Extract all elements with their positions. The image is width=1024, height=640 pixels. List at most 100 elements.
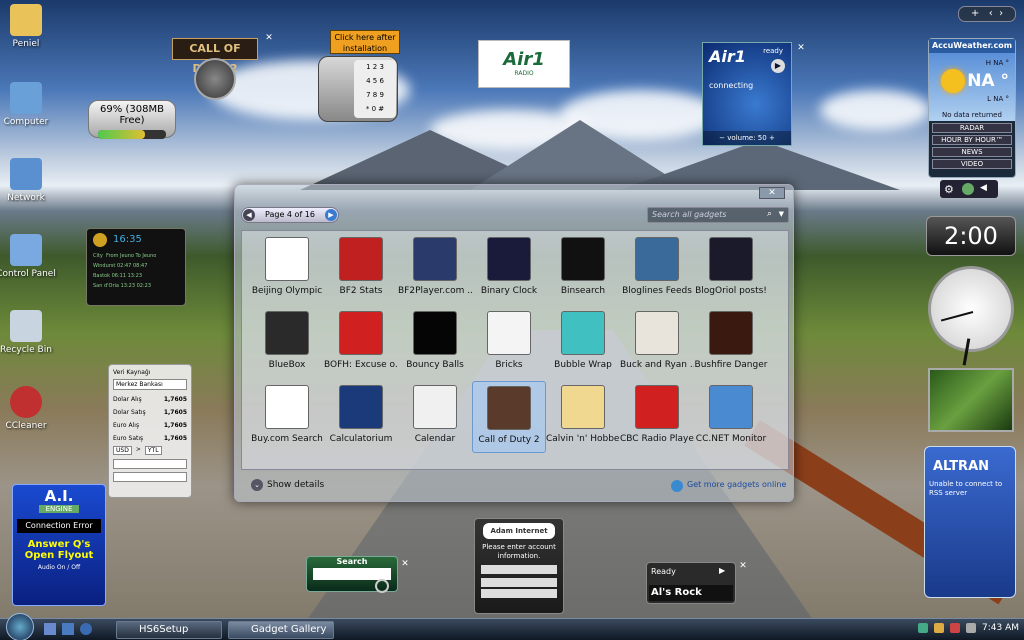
currency-from-select[interactable]: USD: [113, 446, 132, 455]
gadget-tile[interactable]: Call of Duty 2: [472, 381, 546, 453]
cod2-title: CALL OF DUTY 2: [172, 38, 258, 75]
desktop-icon-peniel[interactable]: Peniel: [0, 4, 56, 49]
phone-gadget[interactable]: Click here after installation 1 2 34 5 6…: [318, 30, 400, 124]
search-icon[interactable]: ⌕: [767, 209, 772, 219]
close-button[interactable]: ✕: [759, 187, 785, 199]
cloud: [820, 90, 930, 130]
gadget-tile[interactable]: Calendar: [398, 381, 472, 453]
gadget-tile[interactable]: Calvin 'n' Hobbes: [546, 381, 620, 453]
volume-up-button[interactable]: +: [769, 134, 775, 142]
chevron-down-icon[interactable]: ▼: [779, 210, 784, 218]
gadget-tile[interactable]: Binsearch: [546, 233, 620, 305]
radar-button[interactable]: RADAR: [932, 123, 1012, 133]
start-button[interactable]: [6, 613, 34, 640]
video-button[interactable]: VIDEO: [932, 159, 1012, 169]
desktop-icon-network[interactable]: Network: [0, 158, 56, 203]
next-button[interactable]: ›: [999, 8, 1003, 19]
close-icon[interactable]: ✕: [262, 32, 276, 44]
gadget-label: Calendar: [414, 434, 456, 444]
gadget-tile[interactable]: BOFH: Excuse o...: [324, 307, 398, 379]
tray-network-icon[interactable]: [918, 623, 928, 633]
gadget-tile[interactable]: Buck and Ryan ...: [620, 307, 694, 379]
cod2-gadget[interactable]: CALL OF DUTY 2: [172, 38, 260, 100]
tray-shield-icon[interactable]: [934, 623, 944, 633]
currency-to-select[interactable]: YTL: [144, 446, 162, 455]
search-input[interactable]: Search all gadgets: [652, 210, 726, 219]
next-page-button[interactable]: ▶: [325, 209, 337, 221]
adam-internet-gadget[interactable]: Adam Internet Please enter account infor…: [474, 518, 564, 614]
gadget-tile[interactable]: BlogOriol posts!: [694, 233, 768, 305]
magnifier-icon[interactable]: [375, 579, 389, 593]
currency-input[interactable]: [113, 459, 187, 469]
gadget-tile[interactable]: Bouncy Balls: [398, 307, 472, 379]
gadget-tile[interactable]: Bricks: [472, 307, 546, 379]
air1-player[interactable]: Air1 ready ▶ connecting − volume: 50 +: [702, 42, 792, 146]
clock-display[interactable]: 7:43 AM: [982, 623, 1019, 633]
tray-alert-icon[interactable]: [950, 623, 960, 633]
slideshow-gadget[interactable]: [928, 368, 1014, 432]
world-clock[interactable]: 16:35 City From Jeuno To Jeuno Windurst …: [86, 228, 186, 306]
show-details-button[interactable]: Show details: [267, 480, 324, 490]
browser-icon[interactable]: [80, 623, 92, 635]
taskbar-item-gadget-gallery[interactable]: Gadget Gallery: [228, 621, 334, 639]
gadget-tile[interactable]: Calculatorium: [324, 381, 398, 453]
desktop-icon-control-panel[interactable]: Control Panel: [0, 234, 56, 279]
gadget-tile[interactable]: Buy.com Search: [250, 381, 324, 453]
gadget-tile[interactable]: CBC Radio Player: [620, 381, 694, 453]
switch-windows-icon[interactable]: [62, 623, 74, 635]
gadget-tile[interactable]: Bubble Wrap: [546, 307, 620, 379]
prev-button[interactable]: ‹: [989, 8, 993, 19]
password-input[interactable]: [481, 578, 557, 587]
minute-hand: [940, 311, 974, 322]
play-button[interactable]: ▶: [719, 566, 725, 575]
currency-gadget[interactable]: Veri Kaynağı Merkez Bankası Dolar Alış 1,…: [108, 364, 192, 498]
expand-icon[interactable]: ⌄: [251, 479, 263, 491]
gear-icon[interactable]: ⚙: [944, 183, 954, 196]
show-desktop-icon[interactable]: [44, 623, 56, 635]
altran-gadget[interactable]: ALTRAN Unable to connect to RSS server: [924, 446, 1016, 598]
username-input[interactable]: [481, 565, 557, 574]
hour-hand: [962, 338, 971, 366]
gadget-tile[interactable]: Bushfire Danger: [694, 307, 768, 379]
audio-toggle[interactable]: Audio On / Off: [13, 564, 105, 571]
gadget-tile[interactable]: Bloglines Feeds: [620, 233, 694, 305]
open-flyout-button[interactable]: Open Flyout: [13, 550, 105, 561]
weather-gadget[interactable]: AccuWeather.com H NA ° NA ° L NA ° No da…: [928, 38, 1016, 178]
tray-volume-icon[interactable]: [966, 623, 976, 633]
hour-by-hour-button[interactable]: HOUR BY HOUR™: [932, 135, 1012, 145]
account-input[interactable]: [481, 589, 557, 598]
search-box[interactable]: Search all gadgets ⌕ ▼: [647, 207, 789, 223]
globe-icon[interactable]: [962, 183, 974, 195]
gadget-tile[interactable]: Binary Clock: [472, 233, 546, 305]
add-gadget-button[interactable]: +: [971, 8, 979, 19]
news-button[interactable]: NEWS: [932, 147, 1012, 157]
close-icon[interactable]: ✕: [736, 560, 750, 572]
phone-tooltip[interactable]: Click here after installation: [330, 30, 400, 54]
close-icon[interactable]: ✕: [398, 558, 412, 570]
gadget-tile[interactable]: CC.NET Monitor: [694, 381, 768, 453]
page-indicator: ◀ Page 4 of 16 ▶: [241, 207, 339, 223]
search-input[interactable]: [313, 568, 391, 580]
gadget-tile[interactable]: BlueBox: [250, 307, 324, 379]
speaker-icon[interactable]: ◀: [980, 183, 987, 193]
gadget-label: Buy.com Search: [251, 434, 323, 444]
desktop-icon-recycle-bin[interactable]: Recycle Bin: [0, 310, 56, 355]
gadget-label: Bushfire Danger: [694, 360, 768, 370]
air1-logo-gadget[interactable]: Air1 RADIO: [478, 40, 570, 88]
als-rock-gadget[interactable]: Ready ▶ Al's Rock: [646, 562, 736, 604]
taskbar-item-hs6setup[interactable]: HS6Setup: [116, 621, 222, 639]
desktop-icon-ccleaner[interactable]: CCleaner: [0, 386, 56, 431]
ai-engine-gadget[interactable]: A.I. ENGINE Connection Error Answer Q's …: [12, 484, 106, 606]
answer-button[interactable]: Answer Q's: [13, 539, 105, 550]
gadget-tile[interactable]: BF2Player.com ...: [398, 233, 472, 305]
gadget-tile[interactable]: Beijing Olympic: [250, 233, 324, 305]
currency-source-select[interactable]: Merkez Bankası: [113, 379, 187, 390]
search-gadget[interactable]: Search: [306, 556, 398, 593]
desktop-icon-computer[interactable]: Computer: [0, 82, 56, 127]
play-button[interactable]: ▶: [771, 59, 785, 73]
control-panel-icon: [10, 234, 42, 266]
online-gadgets-link[interactable]: Get more gadgets online: [687, 480, 786, 489]
prev-page-button[interactable]: ◀: [243, 209, 255, 221]
gadget-tile[interactable]: BF2 Stats: [324, 233, 398, 305]
close-icon[interactable]: ✕: [794, 42, 808, 54]
